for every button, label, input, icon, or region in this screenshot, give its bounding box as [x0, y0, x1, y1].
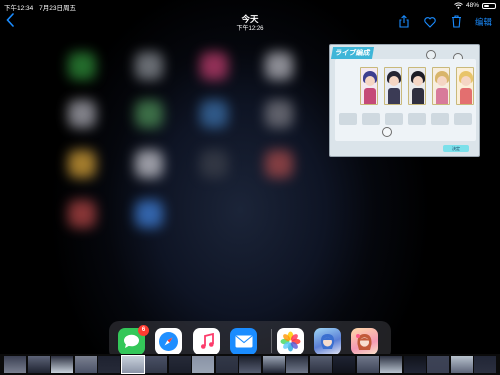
envelope-icon: [235, 335, 252, 348]
anime-character-icon: [320, 334, 335, 349]
preview-confirm-button: 決定: [443, 145, 469, 152]
character-card: [360, 67, 378, 105]
blurred-app-icon: [135, 52, 163, 80]
status-date: 7月23日周五: [39, 5, 76, 12]
safari-app[interactable]: [155, 328, 182, 355]
filmstrip-thumbnail[interactable]: [74, 356, 97, 373]
battery-fill: [484, 4, 489, 7]
notification-badge: 6: [138, 325, 149, 336]
edit-button[interactable]: 编辑: [475, 16, 492, 28]
character-card: [456, 67, 474, 105]
character-card: [408, 67, 426, 105]
heart-icon[interactable]: [424, 15, 436, 28]
status-bar-right: 48%: [454, 2, 496, 9]
character-card: [432, 67, 450, 105]
recent-app-2[interactable]: [351, 328, 378, 355]
blurred-app-icon: [68, 150, 96, 178]
character-card: [384, 67, 402, 105]
blurred-app-icon: [265, 100, 293, 128]
preview-ring-icon: [382, 127, 392, 137]
message-bubble-icon: [124, 334, 139, 348]
blurred-app-icon: [265, 150, 293, 178]
photo-filmstrip[interactable]: [0, 354, 500, 375]
share-icon[interactable]: [398, 15, 410, 28]
filmstrip-thumbnail[interactable]: [333, 356, 355, 373]
messages-app[interactable]: 6: [118, 325, 149, 355]
filmstrip-thumbnail[interactable]: [450, 356, 473, 373]
anime-character-icon: [356, 334, 372, 350]
battery-percent: 48%: [465, 2, 479, 9]
filmstrip-thumbnail[interactable]: [192, 356, 214, 373]
trash-icon[interactable]: [451, 15, 463, 28]
blurred-app-icon: [135, 100, 163, 128]
filmstrip-thumbnail[interactable]: [98, 356, 120, 373]
filmstrip-thumbnail[interactable]: [27, 356, 50, 373]
blurred-app-icon: [200, 100, 228, 128]
blurred-app-icon: [68, 52, 96, 80]
filmstrip-thumbnail[interactable]: [427, 356, 449, 373]
preview-content-panel: [335, 59, 476, 141]
filmstrip-thumbnail[interactable]: [120, 355, 145, 374]
filmstrip-thumbnail[interactable]: [51, 356, 73, 373]
battery-icon: [482, 2, 496, 9]
compass-icon: [159, 332, 178, 351]
unit-logo-strip: [339, 113, 472, 125]
filmstrip-thumbnail[interactable]: [262, 356, 285, 373]
filmstrip-thumbnail[interactable]: [403, 356, 426, 373]
music-app[interactable]: [193, 328, 220, 355]
wifi-icon: [454, 2, 463, 9]
navigation-bar: 今天 下午12:26 编辑: [0, 12, 500, 32]
filmstrip-thumbnail[interactable]: [168, 356, 191, 373]
filmstrip-thumbnail[interactable]: [474, 356, 496, 373]
status-bar-left: 下午12:34 7月23日周五: [4, 2, 76, 12]
status-time: 下午12:34: [4, 5, 34, 12]
filmstrip-thumbnail[interactable]: [356, 356, 379, 373]
filmstrip-thumbnail[interactable]: [4, 356, 26, 373]
photos-flower-icon: [280, 331, 301, 352]
recent-app-1[interactable]: [314, 328, 341, 355]
mail-app[interactable]: [230, 328, 257, 355]
blurred-app-icon: [135, 200, 163, 228]
blurred-app-icon: [135, 150, 163, 178]
filmstrip-thumbnail[interactable]: [380, 356, 402, 373]
filmstrip-thumbnail[interactable]: [286, 356, 308, 373]
blurred-app-icon: [68, 100, 96, 128]
blurred-app-icon: [68, 200, 96, 228]
filmstrip-thumbnail[interactable]: [309, 356, 332, 373]
filmstrip-thumbnail[interactable]: [215, 356, 238, 373]
blurred-app-icon: [200, 150, 228, 178]
screenshot-preview[interactable]: ライブ編成 決定: [329, 44, 480, 157]
filmstrip-thumbnail[interactable]: [145, 356, 167, 373]
blurred-app-icon: [200, 52, 228, 80]
dock-divider: [271, 329, 272, 353]
music-note-icon: [200, 333, 214, 349]
filmstrip-thumbnail[interactable]: [239, 356, 261, 373]
photos-app[interactable]: [277, 328, 304, 355]
preview-title: ライブ編成: [330, 47, 375, 59]
status-bar: 下午12:34 7月23日周五 48%: [0, 0, 500, 12]
blurred-app-icon: [265, 52, 293, 80]
